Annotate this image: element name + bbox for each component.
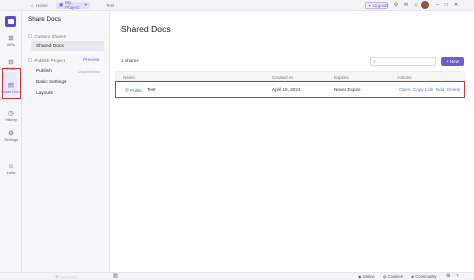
chevron-down-icon: ▾ <box>84 2 87 8</box>
community-button[interactable]: ◈ Community <box>411 274 436 279</box>
avatar[interactable] <box>421 1 429 9</box>
folder-icon: ▢ <box>28 33 33 38</box>
delete-link[interactable]: Delete <box>447 87 460 92</box>
upgrade-label: Upgrade <box>372 2 389 8</box>
status-badge: ◎ Public <box>125 87 143 93</box>
logo-icon: ◉ <box>55 274 60 279</box>
layouts-label: Layouts <box>36 90 53 96</box>
column-header-name: Name <box>123 74 135 80</box>
column-header-created-at: Created At <box>272 74 293 80</box>
shared-docs-label: Shared Docs <box>36 43 64 49</box>
row-name: Test <box>147 87 156 92</box>
open-link[interactable]: Open <box>399 87 410 92</box>
row-created-at: April 19, 2024 <box>272 87 301 92</box>
share-docs-sidebar: Share Docs ▢ Custom Shares Shared Docs ▢… <box>22 11 110 273</box>
rail-label-settings: Settings <box>4 138 18 142</box>
community-icon: ◈ <box>411 274 415 280</box>
home-tab[interactable]: ⌂ Home <box>31 2 48 9</box>
home-tab-label: Home <box>35 3 48 8</box>
rail-item-apis[interactable]: ⊞ APIs <box>0 35 22 47</box>
online-label: Online <box>362 274 375 280</box>
basic-settings-label: Basic Settings <box>36 79 67 85</box>
share-docs-highlight-box <box>2 68 21 99</box>
minimize-icon[interactable]: – <box>436 2 439 8</box>
publish-label: Publish <box>36 68 52 74</box>
rail-label-apis: APIs <box>6 43 16 47</box>
home-icon: ⌂ <box>31 3 34 8</box>
maximize-icon[interactable]: □ <box>445 2 448 8</box>
gear-icon[interactable]: ⚙ <box>393 2 399 8</box>
cookies-button[interactable]: ◍ Cookies <box>383 274 403 279</box>
status-bar: ▥ ◉ APIDOG ◉ Online ◍ Cookies ◈ Communit… <box>0 272 474 280</box>
search-input[interactable]: ⌕ <box>370 57 436 66</box>
sidebar-toggle-icon[interactable]: ▥ <box>113 274 118 279</box>
new-button-label: New <box>449 59 459 64</box>
project-tab[interactable]: ▣ My Project ▾ <box>56 0 90 11</box>
status-label: Public <box>130 87 143 93</box>
cookie-icon: ◍ <box>383 274 387 280</box>
globe-icon: ◎ <box>125 87 130 92</box>
online-status[interactable]: ◉ Online <box>358 274 375 279</box>
sidebar-item-publish[interactable]: Publish Unpublished <box>31 66 104 76</box>
upgrade-icon: ✦ <box>368 2 372 8</box>
settings-icon: ⚙ <box>8 130 14 137</box>
apis-icon: ⊞ <box>8 35 14 42</box>
custom-shares-label: Custom Shares <box>34 33 67 39</box>
rail-item-settings[interactable]: ⚙ Settings <box>0 130 22 142</box>
online-icon: ◉ <box>358 274 362 280</box>
history-icon: ◷ <box>8 110 14 117</box>
sidebar-item-basic-settings[interactable]: Basic Settings <box>31 77 104 87</box>
sidebar-group-publish-project[interactable]: ▢ Publish Project <box>28 57 65 63</box>
footer-logo-text: APIDOG <box>60 274 78 280</box>
row-expires: Never Expire <box>334 87 361 92</box>
project-tab-label: My Project <box>65 0 80 11</box>
publish-project-label: Publish Project <box>34 57 65 63</box>
plus-icon: + <box>446 59 449 64</box>
copy-link-button[interactable]: Copy Link <box>413 87 433 92</box>
page-title: Shared Docs <box>121 24 171 34</box>
close-icon[interactable]: ✕ <box>454 2 458 8</box>
top-bar: ⌂ Home ▣ My Project ▾ Test ✦ Upgrade ⚙ ✉… <box>0 0 474 11</box>
footer-logo: ◉ APIDOG <box>55 274 91 280</box>
community-label: Community <box>415 274 437 280</box>
left-rail: ⊞ APIs ⊟ Tests ▤ Share Docs ◷ History ⚙ … <box>0 11 22 273</box>
share-count: 1 shares <box>121 58 139 63</box>
project-icon: ▣ <box>59 2 64 8</box>
rail-label-invite: Invite <box>6 171 16 175</box>
app-logo <box>5 16 16 27</box>
publish-icon: ▢ <box>28 57 33 62</box>
cookies-label: Cookies <box>387 274 403 280</box>
column-header-expires: Expires <box>334 74 349 80</box>
rail-item-invite[interactable]: ☺ Invite <box>0 163 22 175</box>
test-tab-label: Test <box>106 3 115 8</box>
rail-item-history[interactable]: ◷ History <box>0 110 22 122</box>
new-button[interactable]: + New <box>441 57 464 66</box>
help-icon[interactable]: ? <box>456 274 459 279</box>
edit-link[interactable]: Edit <box>436 87 444 92</box>
sidebar-item-layouts[interactable]: Layouts <box>31 88 104 98</box>
publish-status-note: Unpublished <box>77 68 100 74</box>
invite-icon: ☺ <box>7 163 15 170</box>
preview-link[interactable]: Preview <box>83 57 99 62</box>
sidebar-group-custom-shares[interactable]: ▢ Custom Shares <box>28 33 66 39</box>
column-header-actions: Actions <box>397 74 412 80</box>
bell-icon[interactable]: ♫ <box>413 2 419 8</box>
test-tab[interactable]: Test <box>106 2 114 9</box>
rail-label-history: History <box>5 118 17 122</box>
upgrade-button[interactable]: ✦ Upgrade <box>365 1 389 9</box>
table-header: Name Created At Expires Actions <box>115 71 465 81</box>
tests-icon: ⊟ <box>8 59 14 66</box>
search-icon: ⌕ <box>373 58 376 65</box>
sidebar-title: Share Docs <box>28 16 61 23</box>
settings-icon[interactable]: ⚙ <box>446 274 450 279</box>
sidebar-item-shared-docs[interactable]: Shared Docs <box>31 41 104 51</box>
mail-icon[interactable]: ✉ <box>403 2 409 8</box>
